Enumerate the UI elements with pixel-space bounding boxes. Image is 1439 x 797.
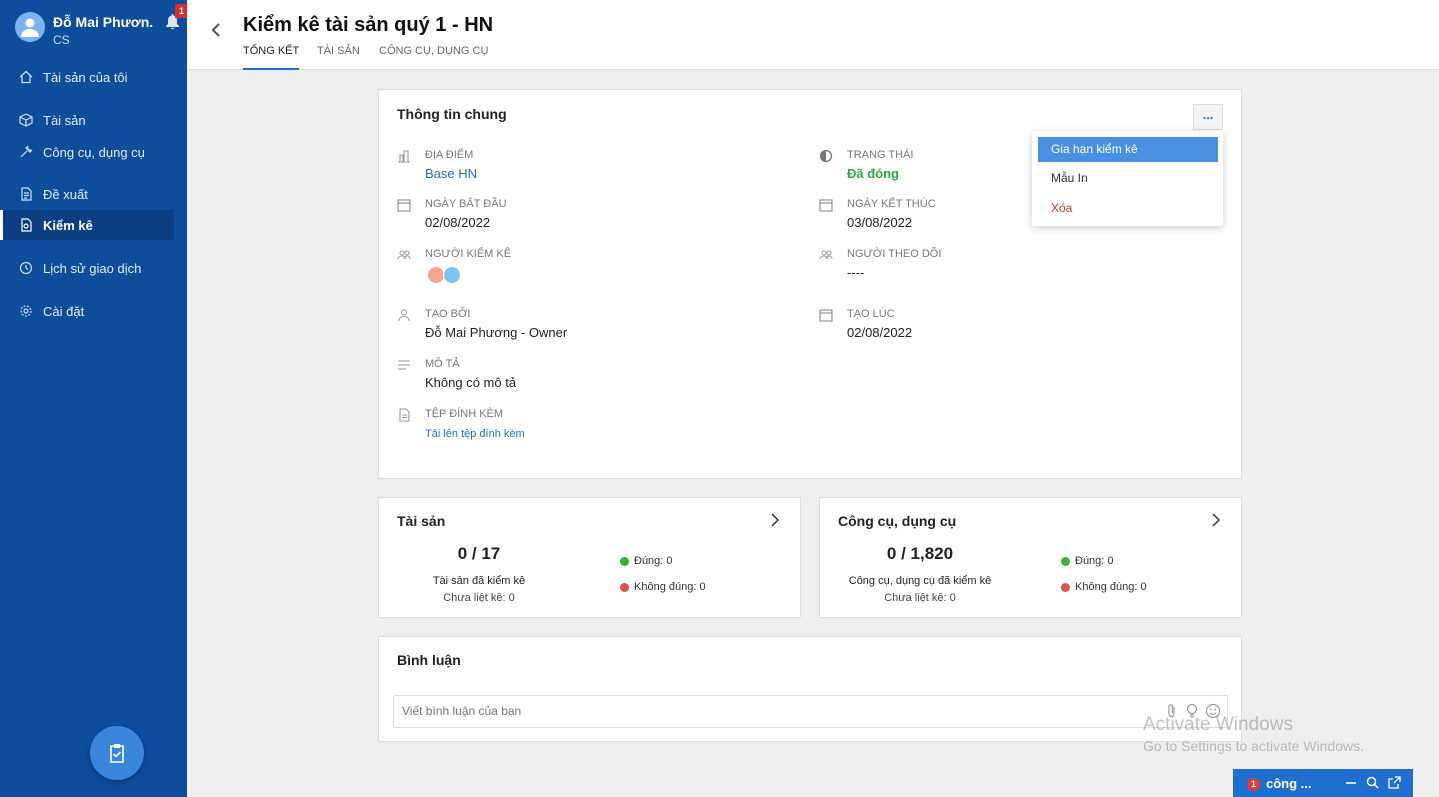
location-value[interactable]: Base HN [425,166,477,181]
sidebar-item-tools[interactable]: Công cụ, dụng cụ [0,137,174,167]
sidebar-item-label: Công cụ, dụng cụ [43,144,145,160]
people-icon [397,248,411,262]
followers-value: ---- [847,265,865,280]
sidebar-item-label: Tài sản [43,112,86,128]
status-value: Đã đóng [847,166,899,181]
history-icon [19,261,33,275]
tools-unlisted: Chưa liệt kê: 0 [884,592,956,604]
sidebar-item-label: Kiểm kê [43,217,93,233]
auditors-label: NGƯỜI KIỂM KÊ [425,248,512,260]
end-date-label: NGÀY KẾT THÚC [847,198,936,210]
tab-summary[interactable]: TỔNG KẾT [243,45,300,70]
user-role: CS [53,33,70,47]
location-label: ĐỊA ĐIỂM [425,149,474,161]
user-avatar [15,12,45,42]
chevron-right-icon [1212,513,1220,527]
gear-icon [19,304,33,318]
box-icon [19,113,33,127]
sidebar: Đỗ Mai Phươn... CS 1 Tài sản của tôi Tài… [0,0,188,797]
created-by-value: Đỗ Mai Phương - Owner [425,325,568,340]
calendar-icon [819,198,833,212]
actions-dropdown: Gia hạn kiểm kê Mẫu In Xóa [1032,131,1223,226]
document-icon [19,187,33,201]
card-title: Tài sản [397,513,446,529]
status-label: TRẠNG THÁI [847,149,914,161]
legend-incorrect: Không đúng: 0 [1061,581,1147,593]
sidebar-item-label: Tài sản của tôi [43,69,128,85]
sidebar-item-label: Lịch sử giao dịch [43,260,142,276]
sidebar-item-settings[interactable]: Cài đặt [0,296,174,326]
file-icon [397,408,411,422]
tools-summary-card[interactable]: Công cụ, dụng cụ 0 / 1,820 Công cụ, dụng… [819,497,1242,618]
menu-item-delete[interactable]: Xóa [1038,196,1218,221]
people-icon [819,248,833,262]
clipboard-check-icon [110,744,124,763]
chat-bar[interactable]: 1 công ... [1233,769,1413,797]
created-at-label: TẠO LÚC [847,308,895,320]
upload-attachment-link[interactable]: Tải lên tệp đính kèm [425,428,525,440]
external-link-icon[interactable] [1388,776,1401,790]
back-icon[interactable] [211,22,221,41]
tools-audited-label: Công cụ, dụng cụ đã kiểm kê [848,575,992,587]
tools-count: 0 / 1,820 [886,544,954,563]
text-lines-icon [397,358,411,372]
card-title: Công cụ, dụng cụ [838,513,957,529]
tab-assets[interactable]: TÀI SẢN [317,45,360,70]
menu-item-print-template[interactable]: Mẫu In [1038,166,1218,191]
card-title: Thông tin chung [397,106,507,122]
created-at-value: 02/08/2022 [847,325,913,340]
description-value: Không có mô tả [425,375,517,390]
page-header: Kiểm kê tài sản quý 1 - HN TỔNG KẾT TÀI … [187,0,1439,70]
minimize-icon[interactable] [1345,776,1357,790]
followers-label: NGƯỜI THEO DÕI [847,248,942,260]
windows-activation-hint: Go to Settings to activate Windows. [1143,738,1364,754]
auditor-avatar[interactable] [443,266,461,284]
chat-label: công ... [1266,776,1312,791]
sidebar-item-assets[interactable]: Tài sản [0,105,174,135]
audit-icon [19,218,33,232]
user-profile[interactable]: Đỗ Mai Phươn... CS [15,12,185,48]
tab-tools[interactable]: CÔNG CỤ, DỤNG CỤ [379,45,488,70]
card-title: Bình luận [397,652,461,668]
search-icon[interactable] [1366,776,1379,790]
sidebar-item-my-assets[interactable]: Tài sản của tôi [0,62,174,92]
person-icon [21,18,39,37]
assets-unlisted: Chưa liệt kê: 0 [443,592,515,604]
menu-item-extend-audit[interactable]: Gia hạn kiểm kê [1038,137,1218,162]
assets-summary-card[interactable]: Tài sản 0 / 17 Tài sản đã kiểm kê Chưa l… [378,497,801,618]
quick-audit-button[interactable] [90,726,144,780]
legend-incorrect: Không đúng: 0 [620,581,706,593]
comments-card: Bình luận Viết bình luận của bạn [378,636,1242,742]
legend-correct: Đúng: 0 [620,555,673,567]
page-title: Kiểm kê tài sản quý 1 - HN [243,14,494,36]
legend-correct: Đúng: 0 [1061,555,1114,567]
comment-input[interactable]: Viết bình luận của bạn [393,695,1228,728]
tools-icon [19,145,33,159]
assets-audited-label: Tài sản đã kiểm kê [432,575,526,587]
half-circle-icon [819,149,833,163]
sidebar-item-label: Cài đặt [43,303,85,319]
sidebar-item-label: Đề xuất [43,186,88,202]
attachments-label: TỆP ĐÍNH KÈM [425,408,504,420]
start-date-label: NGÀY BẮT ĐẦU [425,198,507,210]
description-label: MÔ TẢ [425,358,460,370]
sidebar-item-audit[interactable]: Kiểm kê [0,210,174,240]
calendar-icon [819,308,833,322]
more-actions-button[interactable]: ... [1193,104,1223,130]
chevron-right-icon [771,513,779,527]
sidebar-item-proposals[interactable]: Đề xuất [0,179,174,209]
home-icon [19,70,33,84]
start-date-value: 02/08/2022 [425,215,491,230]
assets-count: 0 / 17 [457,544,501,563]
end-date-value: 03/08/2022 [847,215,913,230]
sidebar-item-history[interactable]: Lịch sử giao dịch [0,253,174,283]
comment-placeholder: Viết bình luận của bạn [402,704,522,718]
person-icon [397,308,411,322]
user-name: Đỗ Mai Phươn... [53,14,153,30]
building-icon [397,149,411,163]
chat-badge: 1 [1247,778,1260,791]
calendar-icon [397,198,411,212]
created-by-label: TẠO BỞI [425,308,471,320]
windows-activation-watermark: Activate Windows [1143,714,1293,735]
